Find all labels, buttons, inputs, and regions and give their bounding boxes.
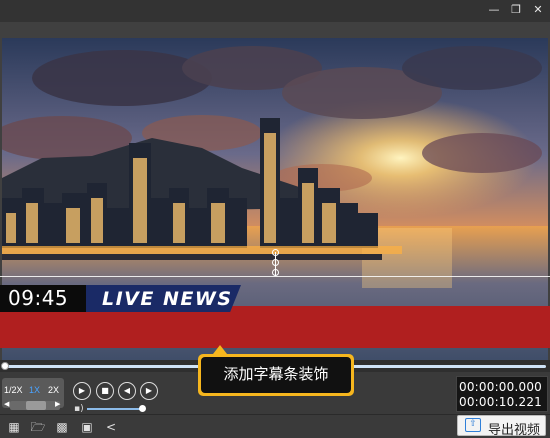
close-icon[interactable]: ✕ <box>530 2 546 18</box>
volume-slider[interactable] <box>87 408 143 410</box>
minimize-icon[interactable]: — <box>486 2 502 18</box>
bottom-toolbar: ▦ 🗁 ▩ ▣ < ⇧ 导出视频 <box>0 414 550 438</box>
stop-icon[interactable]: ■ <box>96 382 114 400</box>
speed-slider-knob[interactable] <box>26 401 46 410</box>
selection-guide-line <box>0 276 550 277</box>
rotate-handle[interactable] <box>272 249 279 256</box>
export-icon: ⇧ <box>465 418 481 432</box>
tooltip-arrow <box>213 345 227 354</box>
open-folder-icon[interactable]: 🗁 <box>30 419 46 435</box>
save-icon[interactable]: ▩ <box>54 419 70 435</box>
export-video-button[interactable]: ⇧ 导出视频 <box>457 415 546 437</box>
speed-right-arrow-icon[interactable]: ▶ <box>55 400 60 408</box>
speed-left-arrow-icon[interactable]: ◀ <box>4 400 9 408</box>
clock-label: 09:45 <box>0 285 86 312</box>
tooltip-text: 添加字幕条装饰 <box>201 357 351 393</box>
total-duration: 00:00:10.221 <box>458 395 542 409</box>
title-bar: — ❐ ✕ <box>0 0 550 22</box>
previous-frame-icon[interactable]: ◀ <box>118 382 136 400</box>
speed-control: 1/2X 1X 2X ◀ ▶ <box>2 378 64 410</box>
hint-tooltip: 添加字幕条装饰 <box>198 354 354 396</box>
timeline-playhead[interactable] <box>1 362 9 370</box>
play-icon[interactable]: ▶ <box>73 382 91 400</box>
resize-handle[interactable] <box>272 269 279 276</box>
speed-normal-button[interactable]: 1X <box>29 385 40 395</box>
restore-icon[interactable]: ❐ <box>508 2 524 18</box>
video-editor-window: — ❐ ✕ 09:45 LIVE NEWS 1/2X 1X 2X ◀ ▶ ▶ ■… <box>0 0 550 438</box>
new-project-icon[interactable]: ▦ <box>6 419 22 435</box>
news-tag-label: LIVE NEWS <box>102 288 233 310</box>
next-frame-icon[interactable]: ▶ <box>140 382 158 400</box>
volume-icon[interactable]: ▪) <box>74 404 84 414</box>
current-time: 00:00:00.000 <box>458 380 542 394</box>
speed-slider[interactable] <box>10 401 60 410</box>
volume-slider-knob[interactable] <box>139 405 146 412</box>
speed-double-button[interactable]: 2X <box>48 385 59 395</box>
save-as-icon[interactable]: ▣ <box>79 419 95 435</box>
time-display: 00:00:00.000 00:00:10.221 <box>456 376 548 412</box>
share-icon[interactable]: < <box>103 419 119 435</box>
subtitle-bar-red-band[interactable] <box>0 306 550 348</box>
move-handle[interactable] <box>272 259 279 266</box>
export-video-label: 导出视频 <box>488 422 541 437</box>
speed-half-button[interactable]: 1/2X <box>4 385 23 395</box>
